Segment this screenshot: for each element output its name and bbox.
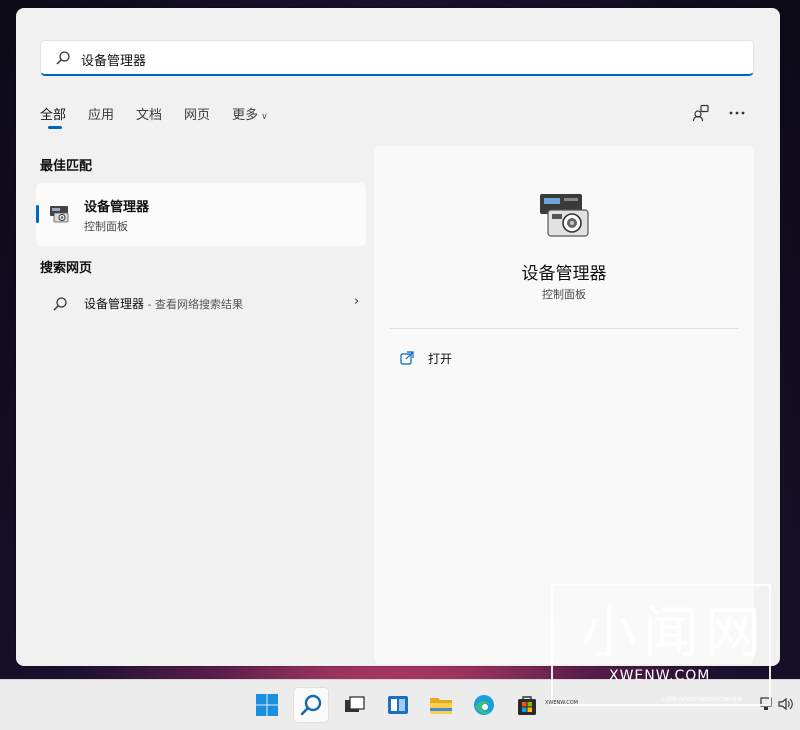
file-explorer-icon[interactable]: [424, 688, 458, 722]
watermark: 小闻网 XWENW.COM XWENW.COM 小闻网（WWW.XWENW.CO…: [541, 584, 775, 712]
watermark-bottom-text: 小闻网（WWW.XWENW.COM)专用: [661, 697, 742, 703]
search-icon: [55, 50, 71, 66]
chevron-down-icon: ∨: [261, 112, 268, 122]
tab-apps[interactable]: 应用: [88, 104, 114, 128]
best-match-subtitle: 控制面板: [84, 220, 128, 233]
tab-label: 文档: [136, 108, 163, 123]
web-search-heading: 搜索网页: [40, 261, 93, 276]
open-action-label: 打开: [428, 352, 453, 366]
chevron-right-icon: ›: [354, 294, 360, 309]
tab-label: 更多: [232, 108, 259, 123]
tab-label: 网页: [184, 108, 211, 123]
tab-web[interactable]: 网页: [184, 104, 210, 128]
task-view-icon[interactable]: [337, 688, 371, 722]
tab-documents[interactable]: 文档: [136, 104, 162, 128]
search-icon: [52, 296, 68, 316]
detail-title: 设备管理器: [521, 264, 607, 284]
watermark-bottom-left-text: XWENW.COM: [545, 700, 578, 706]
watermark-domain: XWENW.COM: [609, 668, 711, 684]
best-match-title: 设备管理器: [84, 200, 150, 215]
selection-indicator: [36, 205, 39, 223]
device-manager-icon: [48, 201, 72, 229]
web-search-result[interactable]: 设备管理器 - 查看网络搜索结果 ›: [36, 290, 366, 318]
filter-tabs: 全部 应用 文档 网页 更多 ∨: [40, 104, 290, 129]
divider: [390, 328, 738, 329]
device-manager-large-icon: [534, 190, 594, 246]
open-external-icon: [400, 350, 414, 369]
tab-more[interactable]: 更多 ∨: [232, 104, 268, 128]
start-search-window: 全部 应用 文档 网页 更多∨ 最佳匹配 设备管理器 控制面板 搜索网页 设备管…: [16, 8, 780, 666]
microsoft-store-icon[interactable]: [510, 688, 544, 722]
edge-browser-icon[interactable]: [467, 688, 501, 722]
best-match-heading: 最佳匹配: [40, 159, 93, 174]
watermark-side-text: XWENW.COM: [549, 617, 557, 658]
volume-icon[interactable]: [778, 696, 794, 715]
search-input[interactable]: [79, 46, 723, 72]
widgets-icon[interactable]: [381, 688, 415, 722]
start-button[interactable]: [250, 688, 284, 722]
web-search-suffix: - 查看网络搜索结果: [144, 298, 243, 311]
tab-active-indicator: [48, 126, 62, 129]
web-search-query: 设备管理器: [84, 297, 145, 311]
more-options-icon[interactable]: [726, 102, 748, 124]
best-match-result[interactable]: 设备管理器 控制面板: [36, 183, 366, 246]
tab-label: 应用: [88, 108, 115, 123]
detail-subtitle: 控制面板: [542, 288, 586, 301]
web-search-text: 设备管理器 - 查看网络搜索结果: [84, 295, 243, 312]
account-switch-icon[interactable]: [690, 102, 712, 124]
tab-label: 全部: [40, 108, 67, 123]
watermark-big-text: 小闻网: [581, 601, 767, 666]
tab-all[interactable]: 全部: [40, 104, 67, 129]
taskbar-search-button[interactable]: [294, 688, 328, 722]
search-box[interactable]: [40, 40, 754, 76]
